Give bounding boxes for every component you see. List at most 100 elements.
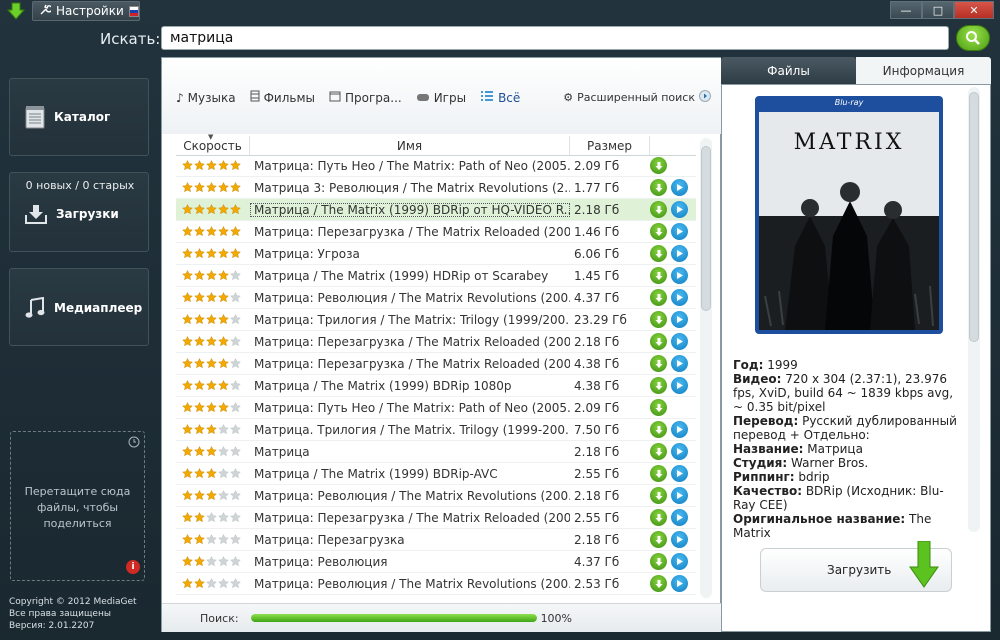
play-icon[interactable] [671, 553, 688, 570]
download-icon[interactable] [650, 399, 667, 416]
download-icon[interactable] [650, 245, 667, 262]
advanced-search-label: Расширенный поиск [577, 91, 695, 104]
play-icon[interactable] [671, 509, 688, 526]
download-icon[interactable] [650, 377, 667, 394]
result-name: Матрица: Революция / The Matrix Revoluti… [254, 488, 570, 503]
download-button[interactable]: Загрузить [760, 540, 952, 592]
play-icon[interactable] [671, 355, 688, 372]
play-icon[interactable] [671, 377, 688, 394]
table-row[interactable]: Матрица / The Matrix (1999) HDRip от Sca… [176, 265, 696, 287]
column-speed[interactable]: ▼ Скорость [176, 133, 250, 155]
table-row[interactable]: Матрица / The Matrix (1999) BDRip 1080p 4… [176, 375, 696, 397]
cover-title: MATRIX [793, 130, 905, 155]
table-row[interactable]: Матрица / The Matrix (1999) BDRip от HQ-… [176, 199, 696, 221]
download-icon[interactable] [650, 487, 667, 504]
share-drop-zone[interactable]: Перетащите сюда файлы, чтобы поделиться … [10, 431, 145, 581]
play-icon[interactable] [671, 487, 688, 504]
download-icon[interactable] [650, 531, 667, 548]
filter-music[interactable]: ♪ Музыка [176, 91, 236, 105]
sidebar-item-downloads[interactable]: 0 новых / 0 старых Загрузки [9, 172, 149, 252]
play-icon[interactable] [671, 575, 688, 592]
minimize-button[interactable]: — [890, 1, 922, 19]
download-arrow-icon[interactable] [6, 2, 26, 20]
download-icon[interactable] [650, 509, 667, 526]
table-row[interactable]: Матрица: Угроза 6.06 Гб [176, 243, 696, 265]
table-row[interactable]: Матрица: Перезагрузка 2.18 Гб [176, 529, 696, 551]
row-actions [650, 267, 696, 284]
table-row[interactable]: Матрица: Революция / The Matrix Revoluti… [176, 573, 696, 595]
tab-info[interactable]: Информация [856, 57, 991, 84]
settings-button[interactable]: Настройки [32, 1, 140, 21]
download-icon[interactable] [650, 289, 667, 306]
play-icon[interactable] [671, 289, 688, 306]
info-scroll-thumb[interactable] [969, 92, 979, 342]
table-row[interactable]: Матрица: Революция / The Matrix Revoluti… [176, 485, 696, 507]
play-icon[interactable] [671, 179, 688, 196]
play-icon[interactable] [671, 531, 688, 548]
info-scrollbar[interactable] [968, 87, 980, 532]
results-scroll-thumb[interactable] [701, 146, 711, 311]
play-icon[interactable] [671, 267, 688, 284]
filter-all[interactable]: Всё [480, 90, 520, 105]
results-panel: ♪ Музыка Фильмы Програ... Игры Всё ⚙ Рас… [161, 57, 721, 632]
filter-games[interactable]: Игры [416, 91, 466, 105]
table-row[interactable]: Матрица: Перезагрузка / The Matrix Reloa… [176, 353, 696, 375]
info-key: Название: [733, 442, 804, 456]
download-icon[interactable] [650, 267, 667, 284]
column-size[interactable]: Размер [570, 136, 650, 155]
sidebar-item-catalog[interactable]: Каталог [9, 78, 149, 156]
results-scrollbar[interactable] [700, 138, 712, 598]
table-row[interactable]: Матрица: Перезагрузка / The Matrix Reloa… [176, 507, 696, 529]
table-row[interactable]: Матрица: Перезагрузка / The Matrix Reloa… [176, 221, 696, 243]
play-icon[interactable] [671, 421, 688, 438]
table-row[interactable]: Матрица: Путь Нео / The Matrix: Path of … [176, 397, 696, 419]
table-row[interactable]: Матрица. Трилогия / The Matrix. Trilogy … [176, 419, 696, 441]
table-row[interactable]: Матрица: Революция 4.37 Гб [176, 551, 696, 573]
table-row[interactable]: Матрица: Перезагрузка / The Matrix Reloa… [176, 331, 696, 353]
maximize-button[interactable]: □ [922, 1, 954, 19]
play-icon[interactable] [671, 333, 688, 350]
catalog-label: Каталог [54, 110, 111, 124]
tab-files[interactable]: Файлы [721, 57, 856, 84]
download-icon[interactable] [650, 157, 667, 174]
filter-movies[interactable]: Фильмы [250, 90, 315, 105]
download-icon[interactable] [650, 575, 667, 592]
table-row[interactable]: Матрица: Революция / The Matrix Revoluti… [176, 287, 696, 309]
table-row[interactable]: Матрица 3: Революция / The Matrix Revolu… [176, 177, 696, 199]
search-button[interactable] [956, 25, 990, 51]
table-row[interactable]: Матрица 2.18 Гб [176, 441, 696, 463]
download-icon[interactable] [650, 201, 667, 218]
result-size: 4.38 Гб [574, 356, 620, 371]
russian-flag-icon[interactable] [128, 5, 139, 17]
download-icon[interactable] [650, 421, 667, 438]
download-icon[interactable] [650, 443, 667, 460]
download-icon[interactable] [650, 223, 667, 240]
play-icon[interactable] [671, 311, 688, 328]
close-button[interactable]: ✕ [954, 1, 994, 19]
table-row[interactable]: Матрица: Трилогия / The Matrix: Trilogy … [176, 309, 696, 331]
info-key: Качество: [733, 484, 802, 498]
play-icon[interactable] [671, 465, 688, 482]
table-row[interactable]: Матрица: Путь Нео / The Matrix: Path of … [176, 155, 696, 177]
search-progress-bar [250, 614, 537, 622]
download-icon[interactable] [650, 553, 667, 570]
download-icon[interactable] [650, 465, 667, 482]
sidebar-item-mediaplayer[interactable]: Медиаплеер [9, 268, 149, 346]
play-icon[interactable] [671, 443, 688, 460]
advanced-search-link[interactable]: ⚙ Расширенный поиск [563, 90, 711, 105]
download-icon[interactable] [650, 311, 667, 328]
download-icon[interactable] [650, 179, 667, 196]
row-actions [650, 377, 696, 394]
search-input[interactable] [161, 26, 949, 50]
table-row[interactable]: Матрица / The Matrix (1999) BDRip-AVC 2.5… [176, 463, 696, 485]
play-icon[interactable] [671, 201, 688, 218]
row-actions [650, 399, 696, 416]
info-badge-icon[interactable]: i [126, 560, 140, 574]
download-icon[interactable] [650, 355, 667, 372]
download-icon[interactable] [650, 333, 667, 350]
column-name[interactable]: Имя [250, 136, 570, 155]
row-actions [650, 465, 696, 482]
filter-programs[interactable]: Програ... [329, 91, 402, 105]
play-icon[interactable] [671, 223, 688, 240]
play-icon[interactable] [671, 245, 688, 262]
